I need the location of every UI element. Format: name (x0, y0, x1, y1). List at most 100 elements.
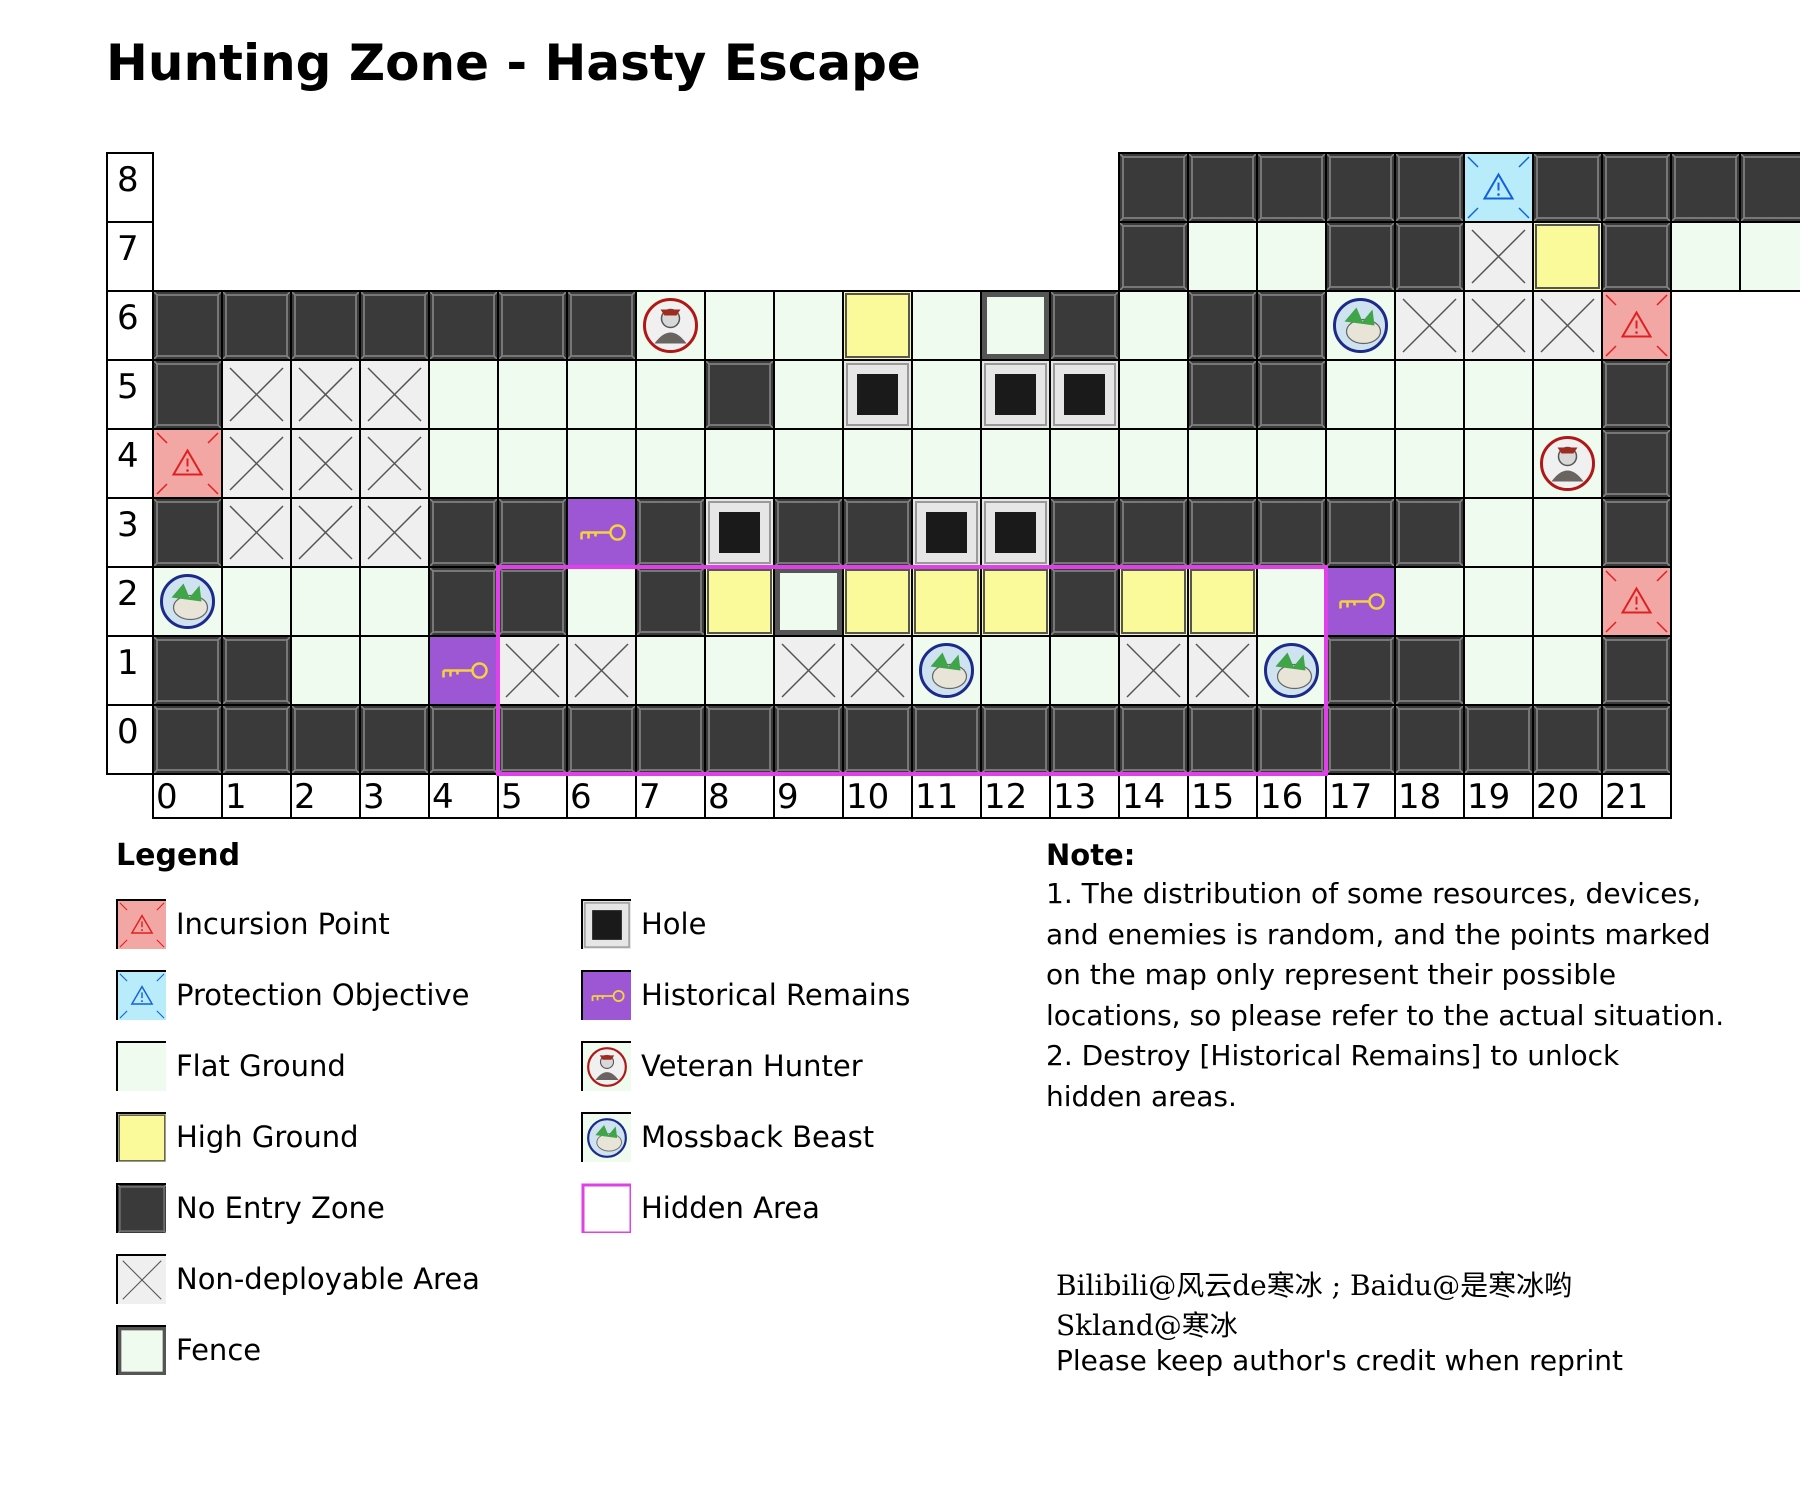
note-line: hidden areas. (1046, 1080, 1237, 1113)
svg-text:18: 18 (1398, 777, 1441, 817)
legend-swatch-nondeploy (116, 1254, 166, 1304)
hole-tile (704, 497, 775, 568)
legend-label: Hidden Area (641, 1191, 820, 1225)
no-entry-tile (773, 704, 844, 775)
flat-ground-tile (1049, 635, 1120, 706)
flat-ground-tile (1325, 428, 1396, 499)
no-entry-tile (1532, 152, 1603, 223)
svg-text:6: 6 (117, 298, 139, 338)
hole-tile (1049, 359, 1120, 430)
no-entry-tile (1601, 497, 1672, 568)
no-entry-tile (1394, 704, 1465, 775)
no-entry-tile (1601, 428, 1672, 499)
legend-label: Incursion Point (176, 907, 390, 941)
svg-text:1: 1 (225, 777, 247, 817)
legend-title: Legend (116, 838, 241, 873)
no-entry-tile (635, 566, 706, 637)
column-label: 4 (428, 773, 499, 819)
legend-item-fence: Fence (116, 1324, 261, 1376)
flat-ground-tile (566, 428, 637, 499)
no-entry-tile (773, 497, 844, 568)
flat-ground-tile (1187, 428, 1258, 499)
svg-text:21: 21 (1605, 777, 1648, 817)
flat-ground-tile (911, 428, 982, 499)
flat-ground-tile (773, 290, 844, 361)
legend-label: Protection Objective (176, 978, 470, 1012)
legend-item-protection: Protection Objective (116, 969, 469, 1021)
mossback-beast-tile (911, 635, 982, 706)
column-label: 0 (152, 773, 223, 819)
no-entry-tile (1118, 152, 1189, 223)
flat-ground-tile (497, 428, 568, 499)
flat-ground-tile (704, 290, 775, 361)
no-entry-tile (1394, 635, 1465, 706)
no-entry-tile (1325, 497, 1396, 568)
no-entry-tile (359, 704, 430, 775)
no-entry-tile (1187, 704, 1258, 775)
no-entry-tile (1394, 497, 1465, 568)
legend-item-noentry: No Entry Zone (116, 1182, 385, 1234)
legend-swatch-protection (116, 970, 166, 1020)
legend-item-hole: Hole (581, 898, 706, 950)
no-entry-tile (497, 290, 568, 361)
no-entry-tile (1256, 704, 1327, 775)
legend-label: Non-deployable Area (176, 1262, 480, 1296)
row-label: 8 (106, 152, 154, 223)
mossback-beast-tile (1325, 290, 1396, 361)
flat-ground-tile (1118, 290, 1189, 361)
legend-item-hidden: Hidden Area (581, 1182, 820, 1234)
flat-ground-tile (1532, 359, 1603, 430)
no-entry-tile (152, 704, 223, 775)
legend-label: High Ground (176, 1120, 359, 1154)
svg-text:7: 7 (117, 229, 139, 269)
column-label: 8 (704, 773, 775, 819)
svg-text:4: 4 (117, 436, 139, 476)
non-deployable-tile (221, 359, 292, 430)
mossback-beast-tile (152, 566, 223, 637)
flat-ground-tile (911, 290, 982, 361)
legend-label: Fence (176, 1333, 262, 1367)
column-label: 9 (773, 773, 844, 819)
non-deployable-tile (1118, 635, 1189, 706)
no-entry-tile (290, 290, 361, 361)
flat-ground-tile (635, 359, 706, 430)
non-deployable-tile (221, 497, 292, 568)
no-entry-tile (221, 635, 292, 706)
legend-item-flat: Flat Ground (116, 1040, 346, 1092)
flat-ground-tile (980, 635, 1051, 706)
column-label: 21 (1601, 773, 1672, 819)
no-entry-tile (359, 290, 430, 361)
flat-ground-tile (1394, 428, 1465, 499)
note-line: locations, so please refer to the actual… (1046, 999, 1725, 1032)
svg-text:1: 1 (117, 643, 139, 683)
column-label: 2 (290, 773, 361, 819)
svg-text:7: 7 (639, 777, 661, 817)
column-label: 5 (497, 773, 568, 819)
legend-label: Historical Remains (641, 978, 911, 1012)
no-entry-tile (1187, 152, 1258, 223)
no-entry-tile (1118, 497, 1189, 568)
svg-text:3: 3 (117, 505, 139, 545)
column-label: 14 (1118, 773, 1189, 819)
column-label: 13 (1049, 773, 1120, 819)
no-entry-tile (842, 704, 913, 775)
svg-text:3: 3 (363, 777, 385, 817)
credit-line: Skland@寒冰 (1056, 1309, 1238, 1342)
no-entry-tile (428, 290, 499, 361)
hole-tile (980, 497, 1051, 568)
flat-ground-tile (290, 635, 361, 706)
non-deployable-tile (1532, 290, 1603, 361)
no-entry-tile (566, 704, 637, 775)
no-entry-tile (152, 359, 223, 430)
non-deployable-tile (773, 635, 844, 706)
row-label: 3 (106, 497, 154, 568)
fence-tile (773, 566, 844, 637)
column-label: 3 (359, 773, 430, 819)
legend-swatch-veteran (581, 1041, 631, 1091)
no-entry-tile (1325, 152, 1396, 223)
no-entry-tile (497, 497, 568, 568)
no-entry-tile (1601, 704, 1672, 775)
svg-text:14: 14 (1122, 777, 1165, 817)
column-label: 15 (1187, 773, 1258, 819)
svg-text:8: 8 (117, 160, 139, 200)
